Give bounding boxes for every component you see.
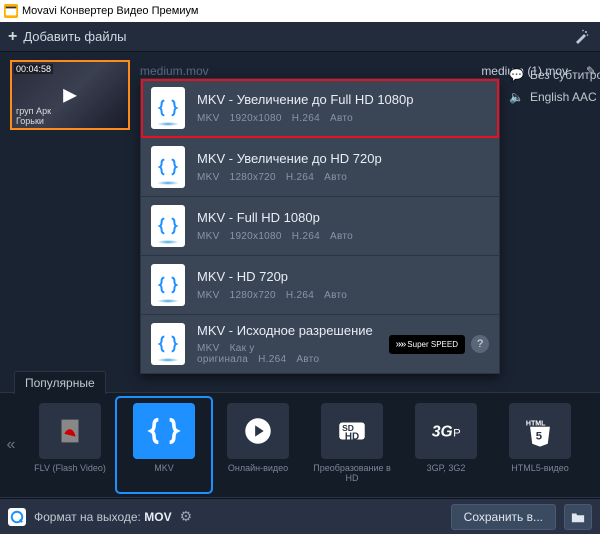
preset-title: MKV - Full HD 1080p — [197, 210, 489, 226]
format-tile[interactable]: HTML 5 HTML5-видео — [494, 399, 586, 491]
preset-meta: MKV1280x720H.264Авто — [197, 172, 489, 183]
svg-text:HD: HD — [345, 432, 359, 443]
preset-popup: MKV - Увеличение до Full HD 1080p MKV1920… — [140, 78, 500, 374]
subtitles-value: Без субтитро — [530, 68, 600, 82]
duration-badge: 00:04:58 — [14, 64, 53, 74]
preset-item[interactable]: MKV - Увеличение до HD 720p MKV1280x720H.… — [141, 138, 499, 197]
output-format-label: Формат на выходе: MOV — [34, 510, 172, 524]
plus-icon: + — [8, 28, 17, 46]
app-icon — [4, 4, 18, 18]
format-label: Онлайн-видео — [228, 463, 288, 473]
app-title: Movavi Конвертер Видео Премиум — [22, 5, 198, 17]
video-thumbnail[interactable]: 00:04:58 ▶ груп Арк Горьки — [10, 60, 130, 130]
preset-meta: MKV1920x1080H.264Авто — [197, 231, 489, 242]
thumbnail-caption: груп Арк Горьки — [16, 106, 51, 126]
format-label: 3GP, 3G2 — [427, 463, 466, 473]
file-type-icon — [151, 87, 185, 129]
format-icon — [227, 403, 289, 459]
superspeed-badge[interactable]: »»»Super SPEED — [389, 335, 465, 354]
add-files-label: Добавить файлы — [23, 29, 126, 44]
format-icon — [39, 403, 101, 459]
magic-wand-button[interactable] — [570, 26, 592, 48]
format-tiles: FLV (Flash Video) MKV Онлайн-видео SDHD Прео… — [22, 393, 600, 497]
add-files-button[interactable]: + Добавить файлы — [8, 28, 127, 46]
preset-meta: MKVКак у оригиналаH.264Авто — [197, 343, 377, 365]
toolbar: + Добавить файлы — [0, 22, 600, 52]
format-icon: SDHD — [321, 403, 383, 459]
preset-item[interactable]: MKV - Исходное разрешение MKVКак у оригин… — [141, 315, 499, 373]
format-label: HTML5-видео — [511, 463, 569, 473]
preset-item[interactable]: MKV - Full HD 1080p MKV1920x1080H.264Авто — [141, 197, 499, 256]
svg-text:5: 5 — [536, 431, 542, 443]
svg-text:P: P — [453, 428, 461, 440]
preset-title: MKV - HD 720p — [197, 269, 489, 285]
preset-meta: MKV1920x1080H.264Авто — [197, 113, 489, 124]
audio-row[interactable]: 🔈 English AAC 1 — [505, 86, 600, 108]
file-type-icon — [151, 264, 185, 306]
browse-folder-button[interactable] — [564, 504, 592, 530]
format-tile[interactable]: Онлайн-видео — [212, 399, 304, 491]
format-tab-popular[interactable]: Популярные — [14, 371, 106, 394]
file-properties: 💬 Без субтитро 🔈 English AAC 1 — [505, 60, 600, 108]
footer: Формат на выходе: MOV ⚙ Сохранить в... — [0, 498, 600, 534]
format-icon: 3GP — [415, 403, 477, 459]
format-icon — [133, 403, 195, 459]
scroll-left-button[interactable]: « — [0, 393, 22, 497]
play-icon: ▶ — [63, 85, 77, 106]
format-label: Преобразование в HD — [306, 463, 398, 483]
subtitle-icon: 💬 — [509, 68, 524, 82]
format-label: FLV (Flash Video) — [34, 463, 106, 473]
speaker-icon: 🔈 — [509, 90, 524, 104]
titlebar: Movavi Конвертер Видео Премиум — [0, 0, 600, 22]
format-tile[interactable]: SDHD Преобразование в HD — [306, 399, 398, 491]
format-tile[interactable]: FLV (Flash Video) — [24, 399, 116, 491]
format-label: MKV — [154, 463, 174, 473]
preset-item[interactable]: MKV - Увеличение до Full HD 1080p MKV1920… — [141, 79, 499, 138]
audio-value: English AAC 1 — [530, 90, 600, 104]
svg-text:HTML: HTML — [526, 419, 546, 427]
help-button[interactable]: ? — [471, 335, 489, 353]
content-area: 00:04:58 ▶ груп Арк Горьки medium.mov me… — [0, 52, 600, 392]
quicktime-icon — [8, 508, 26, 526]
format-tile[interactable]: MKV — [118, 399, 210, 491]
format-icon: HTML 5 — [509, 403, 571, 459]
preset-title: MKV - Увеличение до Full HD 1080p — [197, 92, 489, 108]
save-to-button[interactable]: Сохранить в... — [451, 504, 556, 530]
format-strip: Популярные « FLV (Flash Video)MKVОнлайн-… — [0, 392, 600, 498]
source-filename: medium.mov — [140, 64, 209, 78]
preset-title: MKV - Исходное разрешение — [197, 323, 377, 339]
format-tile[interactable]: 3GP 3GP, 3G2 — [400, 399, 492, 491]
file-type-icon — [151, 205, 185, 247]
svg-text:3G: 3G — [432, 424, 453, 441]
file-type-icon — [151, 323, 185, 365]
settings-button[interactable]: ⚙ — [180, 508, 193, 525]
preset-item[interactable]: MKV - HD 720p MKV1280x720H.264Авто — [141, 256, 499, 315]
preset-meta: MKV1280x720H.264Авто — [197, 290, 489, 301]
subtitles-row[interactable]: 💬 Без субтитро — [505, 64, 600, 86]
preset-title: MKV - Увеличение до HD 720p — [197, 151, 489, 167]
file-type-icon — [151, 146, 185, 188]
